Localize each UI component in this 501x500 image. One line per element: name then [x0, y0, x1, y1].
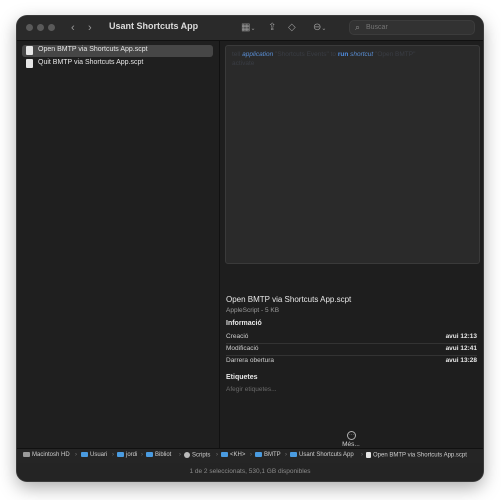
path-separator-icon: ›	[75, 452, 77, 458]
chevron-right-icon[interactable]: ›	[88, 20, 92, 36]
script-file-icon	[366, 452, 371, 458]
info-label: Creació	[226, 333, 249, 340]
scripts-icon	[184, 452, 190, 458]
code-keyword: tell	[232, 51, 241, 58]
list-item[interactable]: Open BMTP via Shortcuts App.scpt	[22, 45, 213, 57]
script-file-icon	[26, 46, 33, 55]
search-icon: ⌕	[355, 22, 361, 32]
script-preview: tell application "Shortcuts Events" to r…	[225, 45, 480, 264]
path-item-current-file[interactable]: Open BMTP via Shortcuts App.scpt	[366, 452, 467, 459]
code-shortcut-name: "Open BMTP"	[375, 51, 416, 58]
list-item[interactable]: Quit BMTP via Shortcuts App.scpt	[22, 58, 213, 70]
info-label: Modificació	[226, 345, 259, 352]
path-item-scripts[interactable]: Scripts	[184, 452, 210, 459]
zoom-window-button[interactable]	[48, 24, 55, 31]
add-tags-field[interactable]: Afegir etiquetes...	[226, 386, 277, 393]
finder-window: ‹ › Usant Shortcuts App ▦⌄ ⇪ ◇ ⊖⌄ ⌕ Open…	[17, 16, 483, 481]
script-code: tell application "Shortcuts Events" to r…	[232, 50, 415, 68]
path-item-usuari[interactable]: Usuari	[81, 452, 107, 458]
window-title: Usant Shortcuts App	[109, 21, 199, 31]
path-item-biblioteca[interactable]: Bibliot	[146, 452, 171, 458]
path-separator-icon: ›	[216, 452, 218, 458]
info-value: avui 13:28	[445, 357, 477, 364]
script-file-icon	[26, 59, 33, 68]
info-value: avui 12:13	[445, 333, 477, 340]
file-name: Open BMTP via Shortcuts App.scpt	[38, 46, 148, 53]
more-label: Més...	[342, 441, 360, 448]
path-item-kh[interactable]: <KH>	[221, 452, 245, 458]
path-item-usant-shortcuts-app[interactable]: Usant Shortcuts App	[290, 452, 354, 458]
code-activate: activate	[232, 60, 255, 67]
status-bar: 1 de 2 seleccionats, 530,1 GB disponible…	[17, 463, 483, 481]
path-separator-icon: ›	[112, 452, 114, 458]
grid-icon[interactable]: ▦⌄	[241, 20, 255, 37]
code-application: application	[242, 51, 274, 58]
path-separator-icon: ›	[361, 452, 363, 458]
ellipsis-circle-icon: ···	[347, 431, 356, 440]
close-window-button[interactable]	[26, 24, 33, 31]
folder-icon	[255, 452, 262, 457]
preview-pane: tell application "Shortcuts Events" to r…	[220, 41, 483, 448]
share-icon[interactable]: ⇪	[268, 20, 276, 36]
path-separator-icon: ›	[141, 452, 143, 458]
info-value: avui 12:41	[445, 345, 477, 352]
code-run: run	[337, 51, 349, 58]
file-list: Open BMTP via Shortcuts App.scpt Quit BM…	[17, 41, 220, 448]
folder-icon	[221, 452, 228, 457]
info-heading: Informació	[226, 320, 262, 327]
code-shortcut: shortcut	[350, 51, 374, 58]
path-separator-icon: ›	[179, 452, 181, 458]
search-input[interactable]	[366, 22, 466, 33]
chevron-left-icon[interactable]: ‹	[71, 20, 75, 36]
info-row-last-opened: Darrera obertura avui 13:28	[226, 355, 477, 367]
folder-icon	[290, 452, 297, 457]
folder-icon	[146, 452, 153, 457]
preview-filename: Open BMTP via Shortcuts App.scpt	[226, 295, 352, 304]
code-target: "Shortcuts Events" to	[275, 51, 336, 58]
folder-icon	[117, 452, 124, 457]
minimize-window-button[interactable]	[37, 24, 44, 31]
path-item-jordi[interactable]: jordi	[117, 452, 137, 458]
tags-heading: Etiquetes	[226, 374, 258, 381]
file-name: Quit BMTP via Shortcuts App.scpt	[38, 59, 144, 66]
toolbar: ‹ › Usant Shortcuts App ▦⌄ ⇪ ◇ ⊖⌄ ⌕	[17, 16, 483, 41]
path-separator-icon: ›	[250, 452, 252, 458]
search-field[interactable]: ⌕	[349, 20, 475, 35]
path-bar: Macintosh HD › Usuari › jordi › Bibliot …	[17, 448, 483, 463]
folder-icon	[81, 452, 88, 457]
path-separator-icon: ›	[285, 452, 287, 458]
ellipsis-circle-icon[interactable]: ⊖⌄	[313, 20, 326, 37]
path-item-bmtp[interactable]: BMTP	[255, 452, 281, 458]
path-item-macintosh-hd[interactable]: Macintosh HD	[23, 452, 70, 458]
info-label: Darrera obertura	[226, 357, 275, 364]
tag-icon[interactable]: ◇	[288, 20, 296, 36]
preview-file-meta: AppleScript - 5 KB	[226, 307, 280, 314]
hard-drive-icon	[23, 452, 30, 457]
